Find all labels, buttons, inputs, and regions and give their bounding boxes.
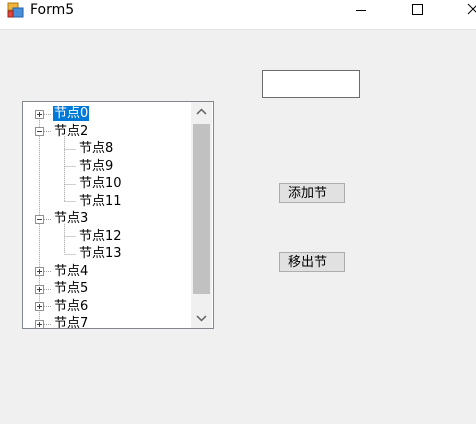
collapse-minus-icon[interactable] (35, 127, 44, 136)
maximize-icon (412, 4, 423, 15)
tree-node[interactable]: 节点6 (53, 298, 89, 315)
vertical-scrollbar[interactable] (191, 102, 212, 328)
tree-node-label: 节点7 (54, 316, 89, 329)
tree-node-label: 节点4 (54, 263, 89, 279)
close-icon (467, 3, 476, 15)
tree-node[interactable]: 节点7 (53, 315, 89, 329)
tree-node[interactable]: 节点13 (78, 245, 123, 262)
tree-node-label: 节点13 (79, 246, 122, 261)
tree-node[interactable]: 节点3 (53, 210, 89, 227)
scroll-down-button[interactable] (191, 308, 212, 328)
chevron-up-icon (196, 108, 207, 115)
tree-node-label: 节点6 (54, 298, 89, 314)
chevron-down-icon (196, 315, 207, 322)
tree-node-label: 节点2 (54, 123, 89, 139)
collapse-minus-icon[interactable] (35, 215, 44, 224)
app-icon (7, 2, 24, 18)
tree-node[interactable]: 节点9 (78, 158, 114, 175)
expand-plus-icon[interactable] (35, 267, 44, 276)
tree-node-label: 节点12 (79, 228, 122, 244)
tree-node-label: 节点3 (54, 211, 89, 226)
tree-node-label: 节点0 (53, 106, 90, 121)
tree-node[interactable]: 节点12 (78, 228, 123, 245)
close-button[interactable] (450, 0, 476, 29)
minimize-icon (356, 10, 366, 11)
tree-node[interactable]: 节点4 (53, 263, 89, 280)
node-name-input[interactable] (262, 70, 360, 98)
expand-plus-icon[interactable] (35, 110, 44, 119)
expand-plus-icon[interactable] (35, 302, 44, 311)
minimize-button[interactable] (338, 0, 384, 29)
remove-node-button[interactable]: 移出节 (279, 252, 345, 272)
tree-node[interactable]: 节点5 (53, 280, 89, 297)
expand-plus-icon[interactable] (35, 320, 44, 328)
tree-node-label: 节点10 (79, 176, 122, 191)
expand-plus-icon[interactable] (35, 285, 44, 294)
scroll-thumb[interactable] (193, 124, 210, 294)
tree-node-label: 节点9 (79, 158, 114, 174)
add-node-button[interactable]: 添加节 (279, 183, 345, 203)
tree-node[interactable]: 节点0 (53, 105, 90, 122)
tree-view[interactable]: 节点0 节点2 节点8 节点9 节点10 节点11 节点3 节点12 节点13 节点4 节点5 节点6… (22, 101, 214, 329)
tree-connector-lines (39, 113, 76, 328)
tree-node[interactable]: 节点11 (78, 193, 123, 210)
scroll-up-button[interactable] (191, 102, 212, 122)
tree-node-label: 节点5 (54, 281, 89, 296)
tree-node[interactable]: 节点8 (78, 140, 114, 157)
tree-node[interactable]: 节点2 (53, 123, 89, 140)
tree-node-label: 节点8 (79, 141, 114, 156)
title-bar[interactable]: Form5 (0, 0, 476, 30)
tree-node[interactable]: 节点10 (78, 175, 123, 192)
maximize-button[interactable] (394, 0, 440, 29)
window-title: Form5 (30, 2, 75, 18)
tree-node-label: 节点11 (79, 193, 122, 209)
